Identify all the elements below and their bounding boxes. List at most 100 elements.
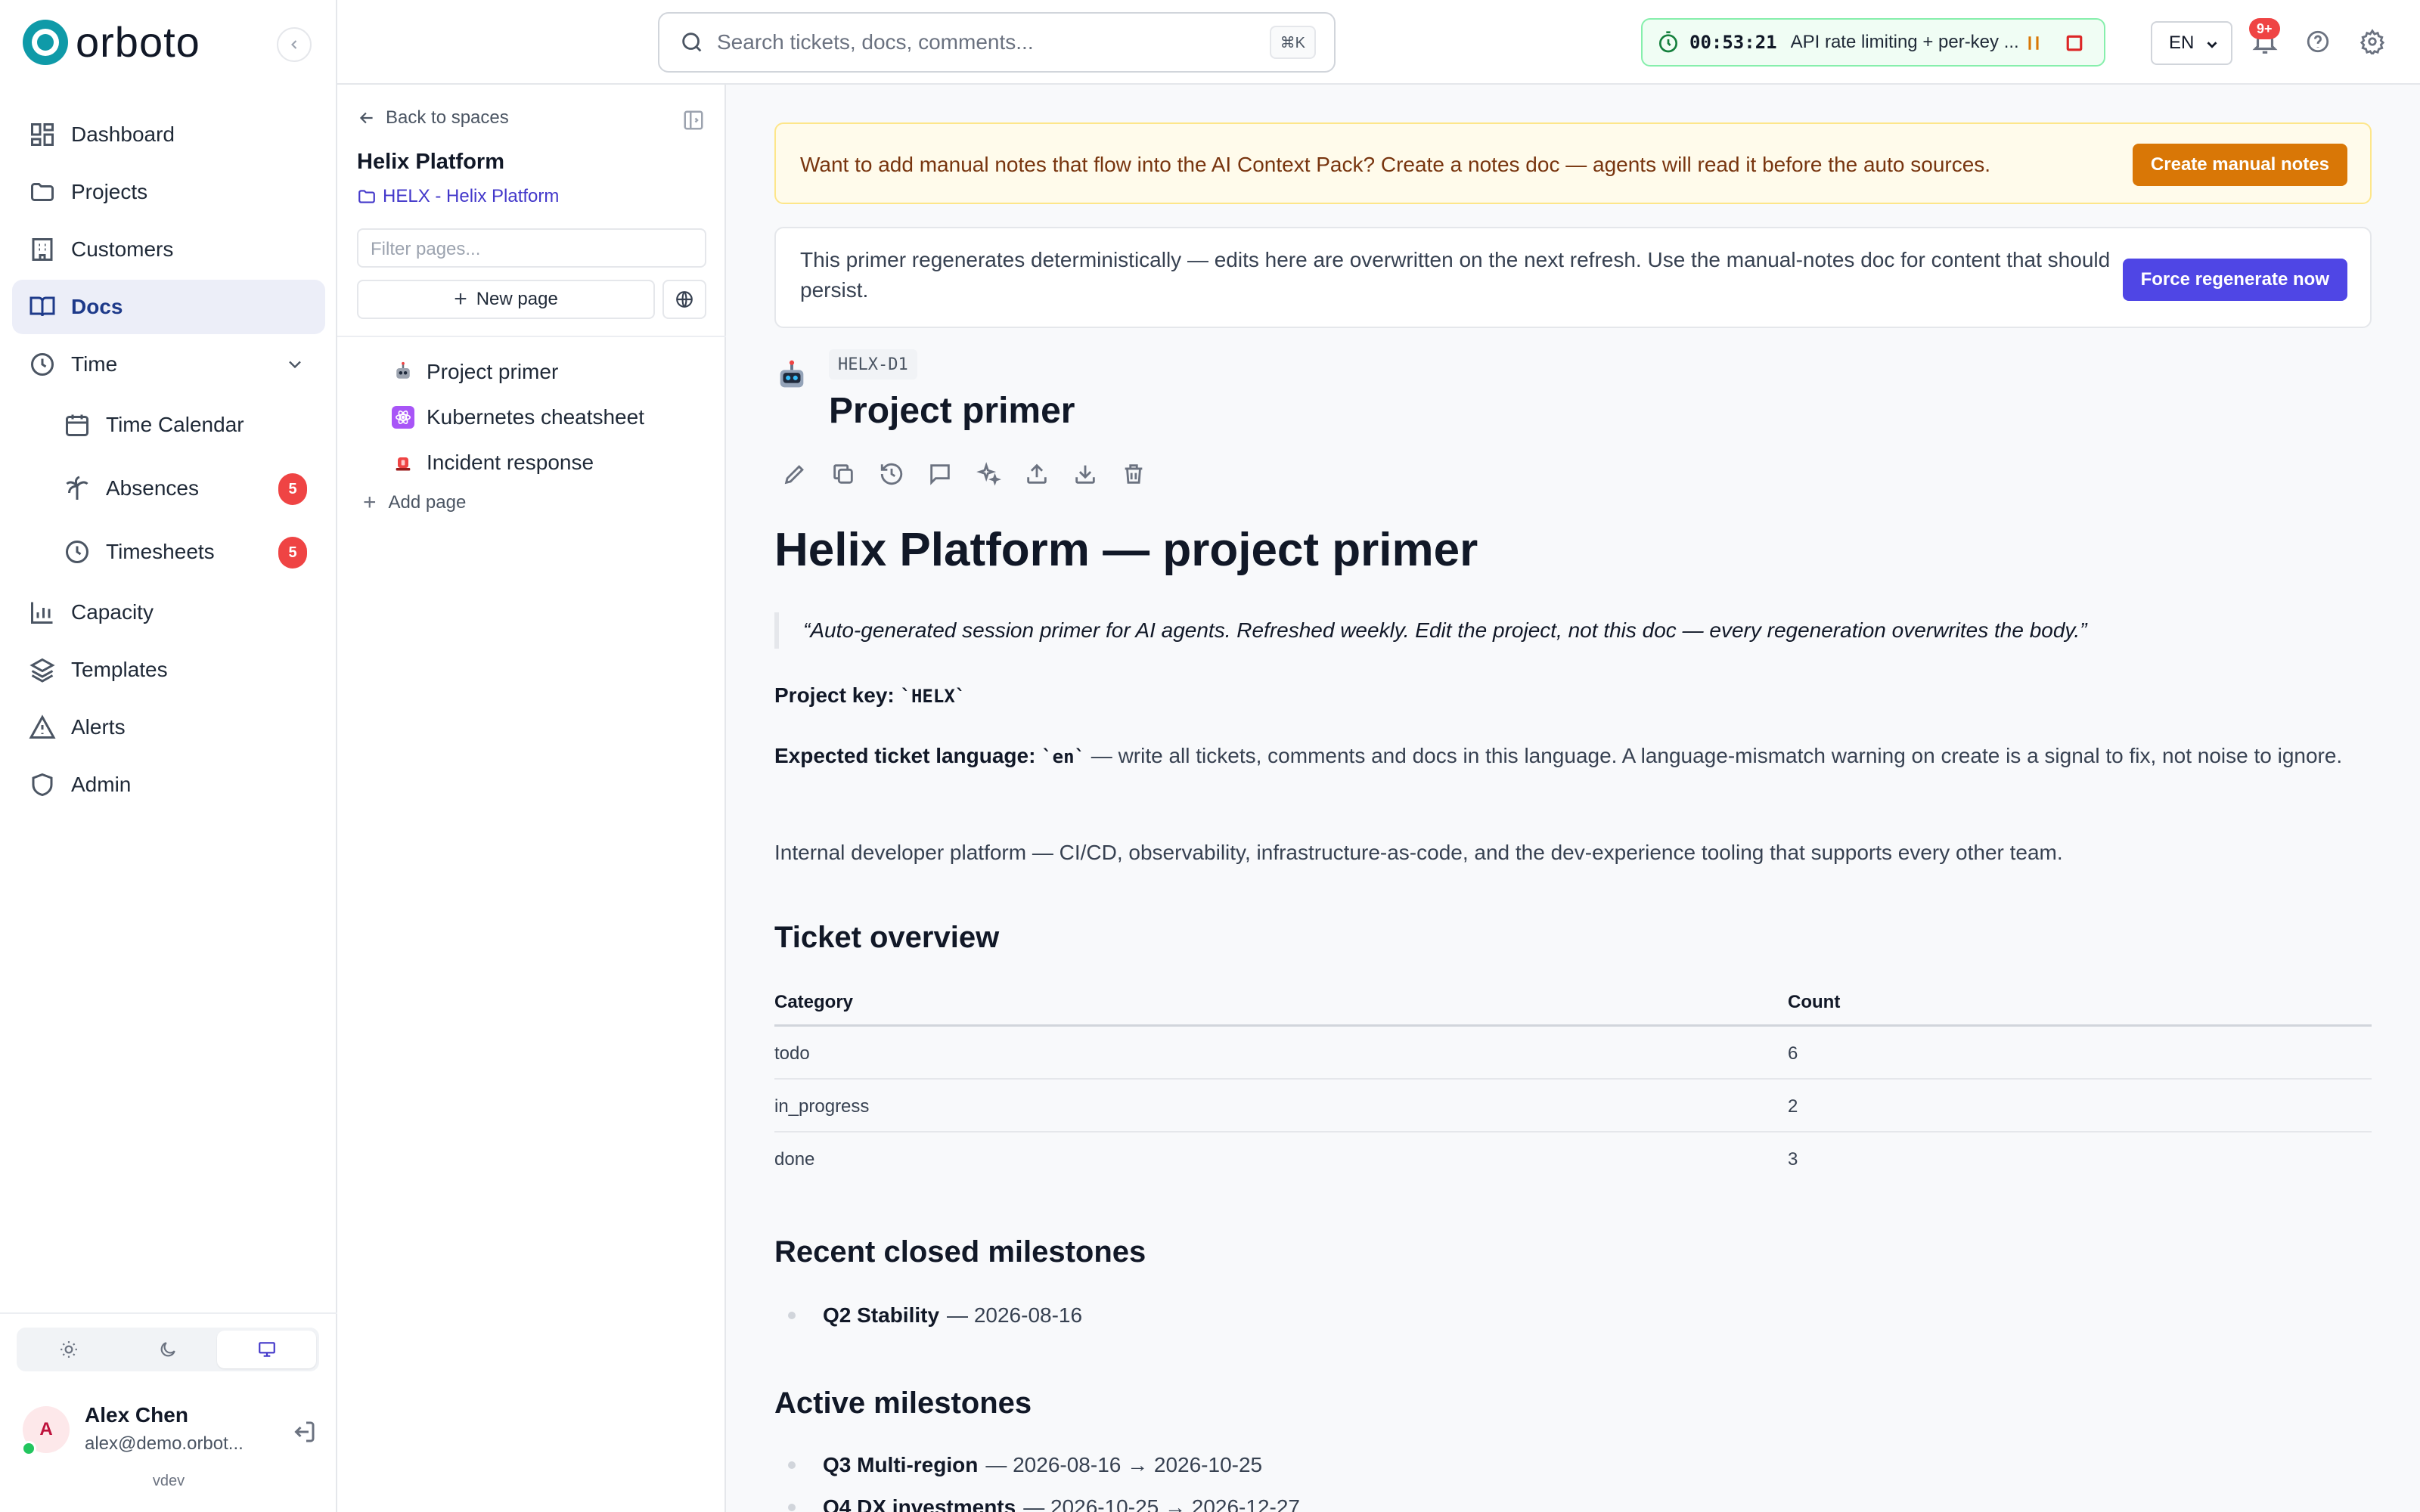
nav-label: Time Calendar <box>106 413 244 436</box>
theme-dark-button[interactable] <box>119 1331 218 1368</box>
column-header: Category <box>774 992 854 1012</box>
timer-elapsed: 00:53:21 <box>1689 32 1777 53</box>
history-icon[interactable] <box>879 461 904 487</box>
table-row: todo 6 <box>774 1027 2372 1080</box>
app-logo[interactable]: orboto <box>23 20 200 65</box>
moon-icon <box>160 1342 175 1357</box>
help-icon[interactable] <box>2305 29 2331 54</box>
globe-icon <box>676 291 693 308</box>
user-profile[interactable]: A Alex Chen alex@demo.orbot... <box>21 1403 318 1464</box>
sparkles-icon[interactable] <box>976 461 1001 487</box>
theme-system-button[interactable] <box>217 1331 317 1368</box>
bar-chart-icon <box>31 602 53 624</box>
running-timer[interactable]: 00:53:21 API rate limiting + per-key ... <box>1641 18 2105 67</box>
upload-icon[interactable] <box>1024 461 1050 487</box>
banner-text: Want to add manual notes that flow into … <box>800 153 1991 176</box>
nav-item-docs[interactable]: Docs <box>12 280 325 334</box>
nav-label: Alerts <box>71 715 126 739</box>
nav-item-absences[interactable]: Absences 5 <box>12 458 325 519</box>
search-placeholder: Search tickets, docs, comments... <box>717 30 1034 54</box>
add-page-button[interactable]: + Add page <box>363 490 466 516</box>
active-milestones-heading: Active milestones <box>774 1387 1032 1420</box>
space-project-link[interactable]: HELX - Helix Platform <box>357 186 559 207</box>
robot-icon[interactable] <box>774 358 809 393</box>
language-select[interactable]: EN <box>2151 21 2232 65</box>
pencil-icon[interactable] <box>782 461 808 487</box>
theme-light-button[interactable] <box>20 1331 119 1368</box>
nav-label: Docs <box>71 295 123 318</box>
count-badge: 5 <box>278 537 307 569</box>
download-icon[interactable] <box>1072 461 1098 487</box>
plus-icon: + <box>454 287 467 311</box>
nav-item-customers[interactable]: Customers <box>12 222 325 277</box>
nav-label: Templates <box>71 658 168 681</box>
search-shortcut: ⌘K <box>1269 26 1316 59</box>
nav-item-time-calendar[interactable]: Time Calendar <box>12 395 325 455</box>
docs-tree-panel: Back to spaces Helix Platform HELX - Hel… <box>337 85 726 1512</box>
filter-pages-input[interactable]: Filter pages... <box>357 228 706 268</box>
tree-page-incident-response[interactable]: Incident response <box>392 446 594 479</box>
table-row: done 3 <box>774 1132 2372 1185</box>
tree-page-kubernetes-cheatsheet[interactable]: Kubernetes cheatsheet <box>392 401 644 434</box>
collapse-sidebar-button[interactable] <box>277 27 312 62</box>
force-regenerate-button[interactable]: Force regenerate now <box>2122 259 2347 301</box>
panel-toggle-icon[interactable] <box>682 109 705 132</box>
bullet-dot <box>788 1504 796 1511</box>
back-to-spaces-link[interactable]: Back to spaces <box>357 107 509 129</box>
milestone-detail: — 2026-10-25 → 2026-12-27 <box>1023 1495 1300 1512</box>
list-item: Q3 Multi-region — 2026-08-16 → 2026-10-2… <box>788 1453 1262 1477</box>
project-key-value: `HELX` <box>900 686 966 707</box>
alert-triangle-icon <box>29 714 56 739</box>
table-header-row: Category Count <box>774 980 2372 1027</box>
table-row: in_progress 2 <box>774 1080 2372 1132</box>
table-cell: done <box>774 1149 815 1170</box>
sun-icon <box>60 1341 78 1358</box>
search-input[interactable]: Search tickets, docs, comments... ⌘K <box>658 12 1336 73</box>
table-cell: todo <box>774 1043 810 1064</box>
banner-text: This primer regenerates deterministicall… <box>800 248 2111 302</box>
sidebar: orboto Dashboard Projects Customers Docs… <box>0 0 337 1512</box>
logout-icon[interactable] <box>290 1418 318 1445</box>
folder-icon <box>358 190 375 203</box>
nav-item-time[interactable]: Time <box>12 337 325 392</box>
count-badge: 5 <box>278 473 307 505</box>
nav-label: Time <box>71 352 118 376</box>
copy-icon[interactable] <box>830 461 856 487</box>
tree-page-project-primer[interactable]: Project primer <box>392 355 558 389</box>
nav-item-dashboard[interactable]: Dashboard <box>12 107 325 162</box>
nav-label: Timesheets <box>106 540 215 563</box>
ticket-overview-heading: Ticket overview <box>774 921 1000 954</box>
create-manual-notes-button[interactable]: Create manual notes <box>2132 144 2347 186</box>
app-version: vdev <box>152 1473 185 1489</box>
shield-icon <box>32 773 53 797</box>
regenerate-info-banner: This primer regenerates deterministicall… <box>774 227 2372 328</box>
list-item: Q2 Stability — 2026-08-16 <box>788 1303 1082 1328</box>
comment-icon[interactable] <box>927 461 953 487</box>
column-header: Count <box>1788 992 1841 1012</box>
logo-text: orboto <box>76 18 200 66</box>
online-status-dot <box>21 1441 36 1456</box>
language-value: EN <box>2169 33 2195 53</box>
user-name: Alex Chen <box>85 1403 188 1427</box>
nav-item-timesheets[interactable]: Timesheets 5 <box>12 522 325 582</box>
layers-icon <box>29 658 55 683</box>
page-label: Kubernetes cheatsheet <box>427 405 644 429</box>
nav-item-admin[interactable]: Admin <box>12 758 325 812</box>
doc-blockquote: “Auto-generated session primer for AI ag… <box>774 612 2086 649</box>
pause-icon[interactable] <box>2022 32 2045 54</box>
gear-icon[interactable] <box>2360 29 2385 54</box>
new-page-button[interactable]: + New page <box>357 280 655 319</box>
add-page-label: Add page <box>388 492 467 513</box>
nav-item-templates[interactable]: Templates <box>12 643 325 697</box>
plus-icon: + <box>363 490 377 515</box>
page-label: Incident response <box>427 451 594 474</box>
atom-icon <box>392 406 414 429</box>
building-icon <box>32 238 53 261</box>
nav-item-projects[interactable]: Projects <box>12 165 325 219</box>
nav-item-capacity[interactable]: Capacity <box>12 585 325 640</box>
nav-item-alerts[interactable]: Alerts <box>12 700 325 754</box>
trash-icon[interactable] <box>1121 461 1146 487</box>
stop-icon[interactable] <box>2063 32 2086 54</box>
globe-button[interactable] <box>662 280 706 319</box>
book-icon <box>29 296 55 317</box>
